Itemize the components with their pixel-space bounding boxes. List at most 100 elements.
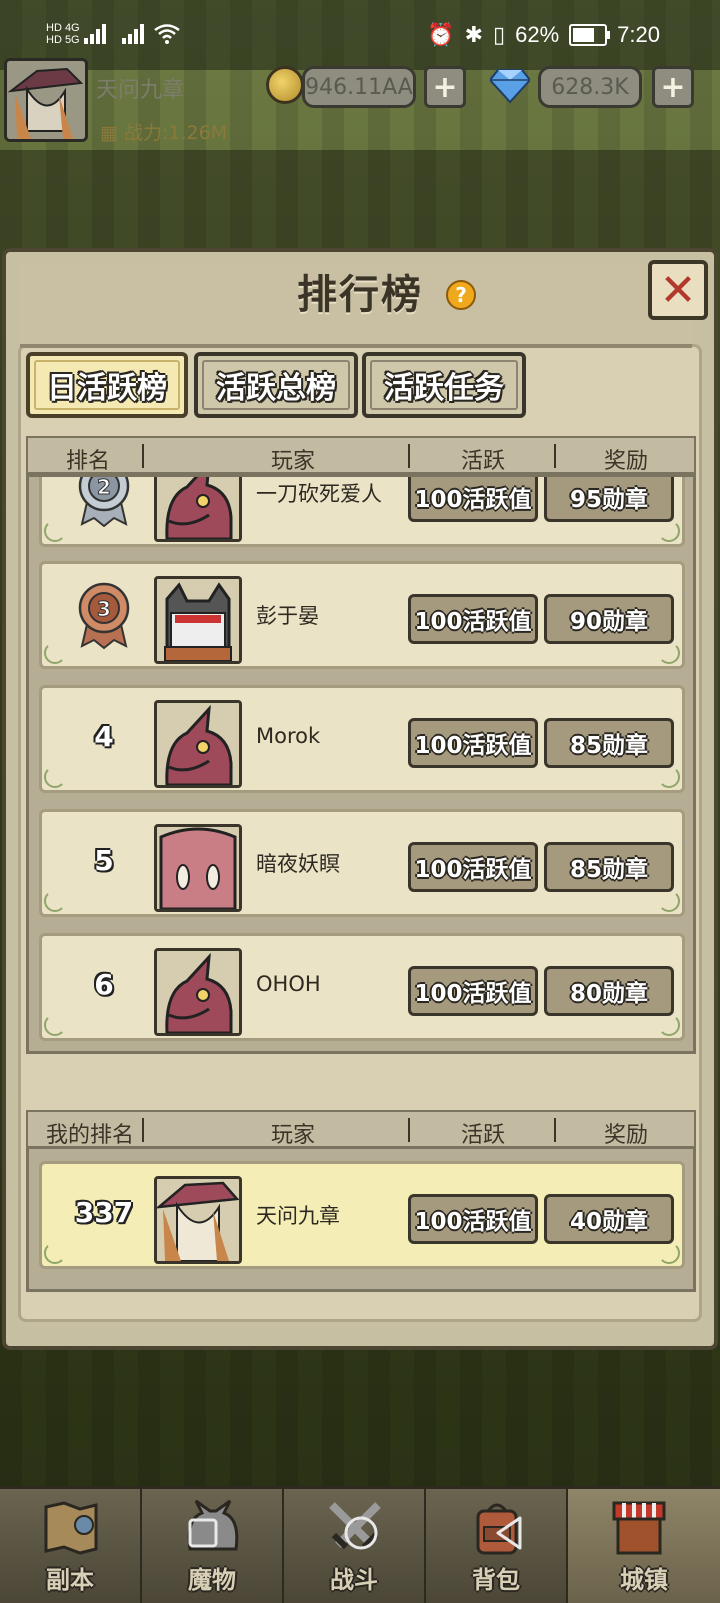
network-right-label: HD 5G xyxy=(46,34,80,46)
power-display: ▦ 战力:1.26M xyxy=(100,118,227,145)
power-icon: ▦ xyxy=(100,122,118,144)
column-activity: 活跃 xyxy=(460,449,505,474)
player-avatar[interactable] xyxy=(154,824,242,912)
blob-portrait-icon xyxy=(157,827,239,909)
silver-medal-icon: 2 xyxy=(78,475,130,528)
tab-daily-activity[interactable]: 日活跃榜 xyxy=(26,352,188,418)
signal-icon xyxy=(84,22,106,44)
rank-number: 4 xyxy=(94,720,114,753)
reward-value: 95勋章 xyxy=(544,477,674,522)
panel-title: 排行榜 xyxy=(297,272,423,318)
help-icon[interactable]: ? xyxy=(446,280,476,310)
bronze-medal-icon: 3 xyxy=(78,582,130,650)
tab-total-activity[interactable]: 活跃总榜 xyxy=(194,352,358,418)
power-value: 战力:1.26M xyxy=(124,122,228,144)
activity-value: 100活跃值 xyxy=(408,966,538,1016)
witch-portrait-icon xyxy=(157,1179,239,1261)
recents-button-icon[interactable] xyxy=(186,1516,220,1550)
medal-rank: 2 xyxy=(97,475,111,499)
my-ranking-row[interactable]: 337 天问九章 100活跃值 40勋章 xyxy=(39,1161,685,1269)
ranking-row[interactable]: 3 彭于晏 100活跃值 90勋章 xyxy=(39,561,685,669)
rank-number: 5 xyxy=(94,844,114,877)
lizard-portrait-icon xyxy=(157,951,239,1033)
nav-dungeon[interactable]: 副本 xyxy=(0,1489,142,1603)
column-rank: 排名 xyxy=(65,449,110,474)
witch-portrait-icon xyxy=(7,61,85,139)
map-icon xyxy=(44,1501,98,1555)
column-activity: 活跃 xyxy=(460,1123,505,1148)
nav-label: 魔物 xyxy=(188,1566,236,1594)
lizard-portrait-icon xyxy=(157,477,239,539)
wifi-icon xyxy=(154,24,180,44)
bluetooth-icon: ✱ xyxy=(464,22,484,47)
player-name: OHOH xyxy=(256,972,321,996)
status-right: ⏰ ✱ ▯ 62% 7:20 xyxy=(427,22,660,48)
battery-percent: 62% xyxy=(515,22,560,47)
ranking-row[interactable]: 4 Morok 100活跃值 85勋章 xyxy=(39,685,685,793)
tab-activity-tasks[interactable]: 活跃任务 xyxy=(362,352,526,418)
nav-label: 城镇 xyxy=(620,1566,668,1594)
activity-value: 100活跃值 xyxy=(408,718,538,768)
reward-value: 85勋章 xyxy=(544,718,674,768)
player-name: 彭于晏 xyxy=(256,604,319,628)
player-name: 天问九章 xyxy=(256,1204,340,1228)
reward-value: 40勋章 xyxy=(544,1194,674,1244)
player-avatar[interactable] xyxy=(154,700,242,788)
my-rank-number: 337 xyxy=(74,1196,134,1229)
home-button-icon[interactable] xyxy=(342,1514,380,1552)
ranking-row[interactable]: 6 OHOH 100活跃值 80勋章 xyxy=(39,933,685,1041)
close-button[interactable]: ✕ xyxy=(648,260,708,320)
reward-value: 90勋章 xyxy=(544,594,674,644)
back-button-icon[interactable] xyxy=(492,1514,526,1552)
player-name: Morok xyxy=(256,724,321,748)
ranking-row[interactable]: 2 一刀砍死爱人 100活跃值 95勋章 xyxy=(39,475,685,547)
nav-label: 副本 xyxy=(46,1566,94,1594)
column-player: 玩家 xyxy=(270,1123,315,1148)
ranking-row[interactable]: 5 暗夜妖瞑 100活跃值 85勋章 xyxy=(39,809,685,917)
column-reward: 奖励 xyxy=(603,1123,648,1148)
vibrate-icon: ▯ xyxy=(493,22,506,47)
reward-value: 80勋章 xyxy=(544,966,674,1016)
game-top-bar: 天问九章 ▦ 战力:1.26M 946.11AA + 628.3K + xyxy=(0,58,720,148)
network-left-label: HD 4G xyxy=(46,22,80,34)
diamond-icon xyxy=(490,69,530,104)
signal-icon xyxy=(122,22,144,44)
reward-value: 85勋章 xyxy=(544,842,674,892)
activity-value: 100活跃值 xyxy=(408,477,538,522)
player-name: 暗夜妖瞑 xyxy=(256,852,340,876)
player-name: 天问九章 xyxy=(96,78,185,103)
cat-portrait-icon xyxy=(157,579,239,661)
player-avatar[interactable] xyxy=(154,948,242,1036)
my-rank-section: 337 天问九章 100活跃值 40勋章 xyxy=(26,1146,696,1292)
lizard-portrait-icon xyxy=(157,703,239,785)
ranking-table-header: 排名 玩家 活跃 奖励 xyxy=(26,436,696,474)
nav-label: 背包 xyxy=(472,1566,520,1594)
clock: 7:20 xyxy=(617,22,660,47)
my-rank-header: 我的排名 玩家 活跃 奖励 xyxy=(26,1110,696,1148)
player-name: 一刀砍死爱人 xyxy=(256,482,382,506)
activity-value: 100活跃值 xyxy=(408,1194,538,1244)
column-player: 玩家 xyxy=(270,449,315,474)
player-avatar[interactable] xyxy=(154,1176,242,1264)
add-gold-button[interactable]: + xyxy=(424,66,466,108)
diamond-amount: 628.3K xyxy=(538,66,642,108)
activity-value: 100活跃值 xyxy=(408,842,538,892)
player-avatar[interactable] xyxy=(4,58,88,142)
network-indicators: HD 4G HD 5G xyxy=(46,22,80,46)
column-my-rank: 我的排名 xyxy=(45,1123,134,1148)
gold-coin-icon xyxy=(266,66,304,104)
nav-label: 战斗 xyxy=(330,1566,378,1594)
activity-value: 100活跃值 xyxy=(408,594,538,644)
add-diamond-button[interactable]: + xyxy=(652,66,694,108)
column-reward: 奖励 xyxy=(603,449,648,474)
nav-town[interactable]: 城镇 xyxy=(568,1489,720,1603)
ranking-list[interactable]: 2 一刀砍死爱人 100活跃值 95勋章 3 彭于晏 100活跃值 90勋章 4… xyxy=(26,474,696,1054)
player-avatar[interactable] xyxy=(154,576,242,664)
alarm-icon: ⏰ xyxy=(427,22,455,47)
rank-number: 6 xyxy=(94,968,114,1001)
battery-icon xyxy=(569,24,611,46)
player-avatar[interactable] xyxy=(154,477,242,542)
medal-rank: 3 xyxy=(97,597,111,621)
shop-icon xyxy=(612,1501,666,1555)
gold-amount: 946.11AA xyxy=(302,66,416,108)
